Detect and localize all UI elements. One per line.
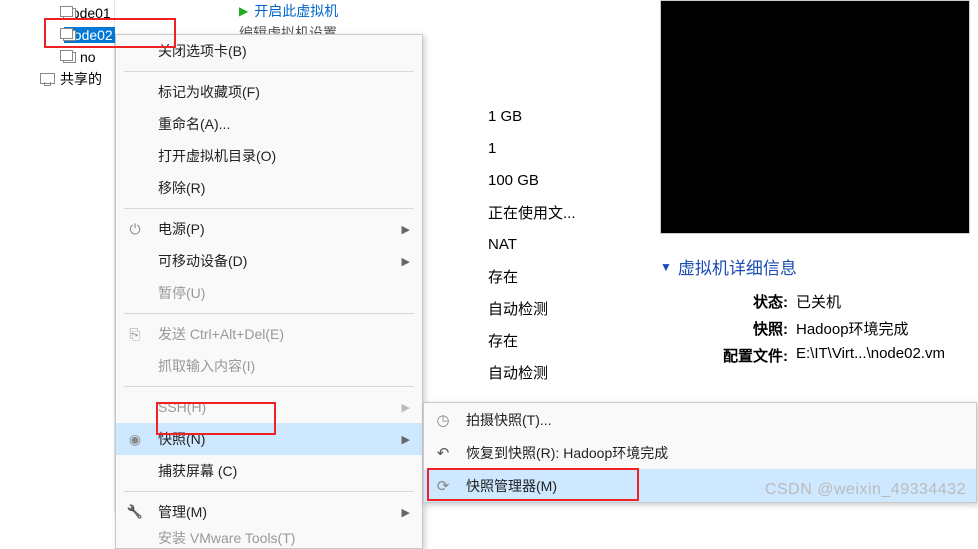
detail-row-config: 配置文件: E:\IT\Virt...\node02.vm [660, 345, 978, 366]
menu-favorite[interactable]: 标记为收藏项(F) [116, 76, 422, 108]
spec-disk: 100 GB [488, 172, 539, 189]
menu-ssh: SSH(H)▶ [116, 391, 422, 423]
detail-label: 状态: [660, 291, 788, 312]
tree-item-partial[interactable]: no [0, 46, 114, 68]
detail-value: Hadoop环境完成 [796, 318, 909, 339]
menu-capture[interactable]: 捕获屏幕 (C) [116, 455, 422, 487]
tree-item-label: no [80, 49, 96, 65]
spec-sound: 自动检测 [488, 298, 548, 319]
menu-rename[interactable]: 重命名(A)... [116, 108, 422, 140]
submenu-arrow-icon: ▶ [402, 433, 410, 446]
menu-grab-input: 抓取输入内容(I) [116, 350, 422, 382]
snapshot-icon [126, 430, 144, 448]
tree-item-node02[interactable]: node02 [0, 24, 114, 46]
spec-printer: 存在 [488, 330, 518, 351]
submenu-arrow-icon: ▶ [402, 255, 410, 268]
spec-usb: 存在 [488, 266, 518, 287]
detail-value: 已关机 [796, 291, 841, 312]
menu-separator [124, 386, 414, 387]
shared-icon [40, 72, 56, 86]
submenu-snapshot-manager[interactable]: 快照管理器(M) [424, 469, 976, 502]
detail-value: E:\IT\Virt...\node02.vm [796, 345, 945, 366]
menu-separator [124, 208, 414, 209]
submenu-arrow-icon: ▶ [402, 401, 410, 414]
vm-preview-panel: ▼ 虚拟机详细信息 状态: 已关机 快照: Hadoop环境完成 配置文件: E… [660, 0, 978, 372]
snapshot-submenu: 拍摄快照(T)... 恢复到快照(R): Hadoop环境完成 快照管理器(M) [423, 402, 977, 503]
submenu-revert-snapshot[interactable]: 恢复到快照(R): Hadoop环境完成 [424, 436, 976, 469]
power-icon [126, 220, 144, 238]
send-keys-icon [126, 325, 144, 343]
vm-icon [60, 50, 76, 64]
detail-label: 快照: [660, 318, 788, 339]
vm-specs-list: 1 GB 1 100 GB 正在使用文... NAT 存在 自动检测 存在 自动… [488, 100, 576, 388]
menu-send-cad: 发送 Ctrl+Alt+Del(E) [116, 318, 422, 350]
menu-install-tools: 安装 VMware Tools(T) [116, 528, 422, 548]
submenu-arrow-icon: ▶ [402, 506, 410, 519]
tree-item-label: 共享的 [60, 69, 102, 89]
take-snapshot-icon [434, 411, 452, 429]
spec-display: 自动检测 [488, 362, 548, 383]
spec-cd: 正在使用文... [488, 202, 576, 223]
vm-thumbnail [660, 0, 970, 234]
submenu-arrow-icon: ▶ [402, 223, 410, 236]
wrench-icon [126, 503, 144, 521]
detail-label: 配置文件: [660, 345, 788, 366]
menu-snapshot[interactable]: 快照(N)▶ [116, 423, 422, 455]
menu-separator [124, 71, 414, 72]
tree-item-node01[interactable]: node01 [0, 2, 114, 24]
menu-close-tab[interactable]: 关闭选项卡(B) [116, 35, 422, 67]
vm-details-header[interactable]: ▼ 虚拟机详细信息 [660, 254, 978, 279]
menu-open-dir[interactable]: 打开虚拟机目录(O) [116, 140, 422, 172]
submenu-take-snapshot[interactable]: 拍摄快照(T)... [424, 403, 976, 436]
detail-row-snapshot: 快照: Hadoop环境完成 [660, 318, 978, 339]
vm-context-menu: 关闭选项卡(B) 标记为收藏项(F) 重命名(A)... 打开虚拟机目录(O) … [115, 34, 423, 549]
collapse-icon: ▼ [660, 260, 672, 274]
menu-pause: 暂停(U) [116, 277, 422, 309]
menu-power[interactable]: 电源(P)▶ [116, 213, 422, 245]
spec-cpu: 1 [488, 140, 496, 157]
menu-separator [124, 313, 414, 314]
play-icon: ▶ [239, 4, 248, 18]
menu-separator [124, 491, 414, 492]
snapshot-manager-icon [434, 477, 452, 495]
detail-row-state: 状态: 已关机 [660, 291, 978, 312]
spec-net: NAT [488, 236, 517, 253]
menu-remove[interactable]: 移除(R) [116, 172, 422, 204]
spec-memory: 1 GB [488, 108, 522, 125]
vm-tree-sidebar: node01 node02 no 共享的 [0, 0, 115, 513]
revert-icon [434, 444, 452, 462]
menu-removable[interactable]: 可移动设备(D)▶ [116, 245, 422, 277]
menu-manage[interactable]: 管理(M)▶ [116, 496, 422, 528]
tree-item-shared[interactable]: 共享的 [0, 68, 114, 90]
start-vm-label: 开启此虚拟机 [254, 1, 338, 21]
